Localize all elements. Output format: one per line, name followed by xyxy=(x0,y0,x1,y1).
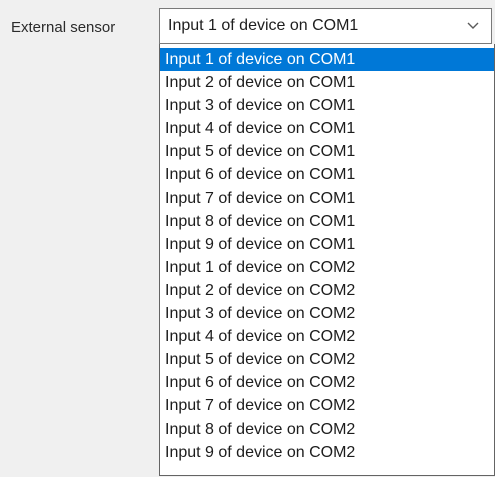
chevron-down-icon[interactable] xyxy=(465,19,481,33)
dropdown-option[interactable]: Input 1 of device on COM2 xyxy=(160,256,494,279)
dropdown-option[interactable]: Input 7 of device on COM2 xyxy=(160,394,494,417)
external-sensor-label: External sensor xyxy=(11,19,116,36)
combobox-selected-value: Input 1 of device on COM1 xyxy=(168,17,359,34)
dropdown-option[interactable]: Input 9 of device on COM2 xyxy=(160,441,494,464)
dropdown-option[interactable]: Input 1 of device on COM1 xyxy=(160,48,494,72)
dropdown-option[interactable]: Input 2 of device on COM2 xyxy=(160,279,494,302)
dropdown-option[interactable]: Input 5 of device on COM2 xyxy=(160,348,494,371)
dropdown-option[interactable]: Input 4 of device on COM2 xyxy=(160,325,494,348)
dropdown-option[interactable]: Input 8 of device on COM2 xyxy=(160,418,494,441)
dropdown-option[interactable]: Input 6 of device on COM2 xyxy=(160,371,494,394)
dropdown-option[interactable]: Input 4 of device on COM1 xyxy=(160,117,494,140)
external-sensor-dropdown-list[interactable]: Input 1 of device on COM1 Input 2 of dev… xyxy=(159,44,495,476)
dropdown-option[interactable]: Input 7 of device on COM1 xyxy=(160,187,494,210)
dropdown-option[interactable]: Input 3 of device on COM1 xyxy=(160,94,494,117)
settings-panel: External sensor Input 1 of device on COM… xyxy=(0,0,495,477)
dropdown-option[interactable]: Input 2 of device on COM1 xyxy=(160,71,494,94)
dropdown-option[interactable]: Input 3 of device on COM2 xyxy=(160,302,494,325)
dropdown-option[interactable]: Input 5 of device on COM1 xyxy=(160,140,494,163)
dropdown-option[interactable]: Input 6 of device on COM1 xyxy=(160,163,494,186)
external-sensor-combobox[interactable]: Input 1 of device on COM1 xyxy=(159,8,492,44)
dropdown-option[interactable]: Input 8 of device on COM1 xyxy=(160,210,494,233)
dropdown-option[interactable]: Input 9 of device on COM1 xyxy=(160,233,494,256)
